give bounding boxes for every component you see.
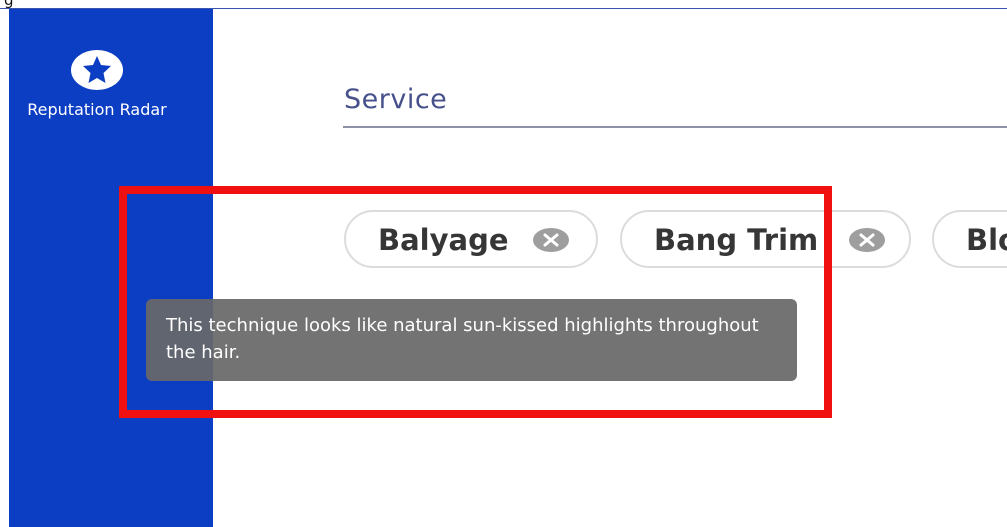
service-field-label: Service	[344, 84, 448, 115]
sidebar-item-label: Reputation Radar	[27, 100, 167, 119]
chip-label: Bang Trim	[654, 223, 819, 257]
close-circle-icon[interactable]	[849, 228, 885, 252]
sidebar-item-reputation-radar[interactable]: Reputation Radar	[9, 49, 185, 122]
chip-blo[interactable]: Blo	[932, 210, 1007, 268]
chip-bang-trim[interactable]: Bang Trim	[620, 210, 911, 268]
top-edge	[0, 0, 1007, 9]
tooltip: This technique looks like natural sun-ki…	[146, 299, 797, 381]
chip-label: Balyage	[378, 223, 509, 257]
chip-balyage[interactable]: Balyage	[344, 210, 598, 268]
clipped-heading-text: g	[4, 0, 14, 9]
close-circle-icon[interactable]	[533, 228, 569, 252]
sidebar: Reputation Radar	[9, 9, 213, 527]
service-field[interactable]: Service	[343, 78, 1007, 128]
star-badge-icon	[71, 50, 123, 90]
chip-label: Blo	[966, 223, 1007, 257]
